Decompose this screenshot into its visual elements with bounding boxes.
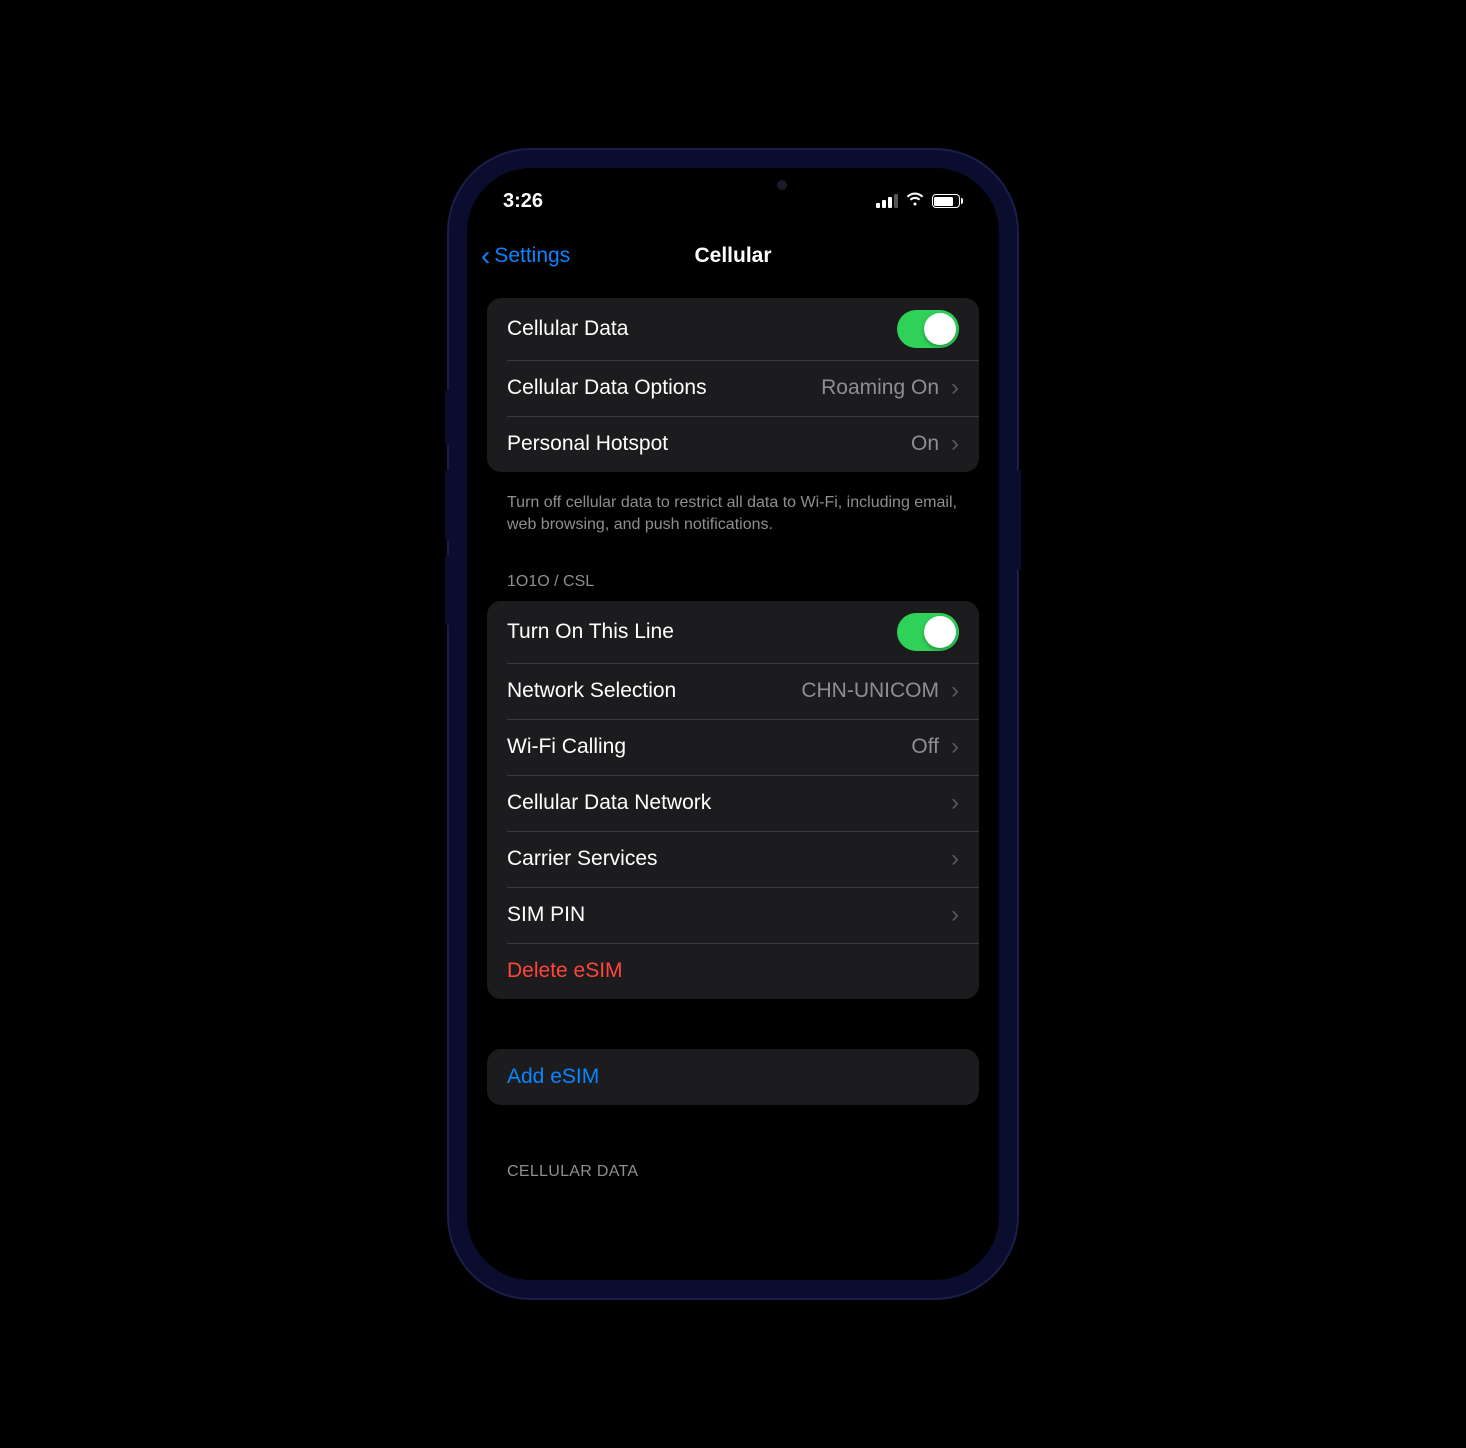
chevron-right-icon: ›: [951, 376, 959, 400]
carrier-services-label: Carrier Services: [507, 847, 658, 871]
sim-pin-row[interactable]: SIM PIN ›: [487, 887, 979, 943]
notch: [633, 168, 833, 202]
cellular-group: Cellular Data Cellular Data Options Roam…: [487, 298, 979, 472]
nav-bar: ‹ Settings Cellular: [467, 228, 999, 284]
chevron-right-icon: ›: [951, 679, 959, 703]
wifi-calling-row[interactable]: Wi-Fi Calling Off ›: [487, 719, 979, 775]
screen: 3:26 ‹ Settings Cellular: [467, 168, 999, 1280]
cellular-data-options-value: Roaming On: [821, 376, 939, 400]
signal-icon: [876, 194, 898, 208]
chevron-right-icon: ›: [951, 847, 959, 871]
turn-on-line-row[interactable]: Turn On This Line: [487, 601, 979, 663]
delete-esim-row[interactable]: Delete eSIM: [487, 943, 979, 999]
network-selection-value: CHN-UNICOM: [801, 679, 939, 703]
cellular-data-options-label: Cellular Data Options: [507, 376, 707, 400]
phone-frame: 3:26 ‹ Settings Cellular: [449, 150, 1017, 1298]
cellular-footer-text: Turn off cellular data to restrict all d…: [487, 482, 979, 565]
network-selection-label: Network Selection: [507, 679, 676, 703]
spacer: [487, 1009, 979, 1049]
cellular-data-label: Cellular Data: [507, 317, 628, 341]
content[interactable]: Cellular Data Cellular Data Options Roam…: [467, 298, 999, 1280]
personal-hotspot-label: Personal Hotspot: [507, 432, 668, 456]
status-icons: [876, 190, 964, 213]
back-label: Settings: [494, 244, 570, 268]
turn-on-line-label: Turn On This Line: [507, 620, 674, 644]
page-title: Cellular: [694, 244, 771, 268]
personal-hotspot-row[interactable]: Personal Hotspot On ›: [487, 416, 979, 472]
chevron-right-icon: ›: [951, 735, 959, 759]
battery-icon: [932, 194, 964, 208]
cellular-data-network-label: Cellular Data Network: [507, 791, 711, 815]
cellular-data-row[interactable]: Cellular Data: [487, 298, 979, 360]
wifi-calling-label: Wi-Fi Calling: [507, 735, 626, 759]
cellular-data-toggle[interactable]: [897, 310, 959, 348]
status-time: 3:26: [503, 190, 543, 213]
turn-on-line-toggle[interactable]: [897, 613, 959, 651]
chevron-right-icon: ›: [951, 791, 959, 815]
chevron-right-icon: ›: [951, 903, 959, 927]
wifi-calling-value: Off: [911, 735, 939, 759]
network-selection-row[interactable]: Network Selection CHN-UNICOM ›: [487, 663, 979, 719]
add-esim-label: Add eSIM: [507, 1065, 599, 1089]
add-esim-row[interactable]: Add eSIM: [487, 1049, 979, 1105]
delete-esim-label: Delete eSIM: [507, 959, 623, 983]
add-esim-group: Add eSIM: [487, 1049, 979, 1105]
chevron-right-icon: ›: [951, 432, 959, 456]
wifi-icon: [905, 190, 925, 213]
sim-pin-label: SIM PIN: [507, 903, 585, 927]
carrier-header: 1O1O / CSL: [487, 565, 979, 601]
back-button[interactable]: ‹ Settings: [481, 242, 570, 270]
carrier-services-row[interactable]: Carrier Services ›: [487, 831, 979, 887]
spacer: [487, 1115, 979, 1155]
chevron-left-icon: ‹: [481, 242, 490, 270]
cellular-data-header: CELLULAR DATA: [487, 1155, 979, 1191]
carrier-group: Turn On This Line Network Selection CHN-…: [487, 601, 979, 999]
cellular-data-options-row[interactable]: Cellular Data Options Roaming On ›: [487, 360, 979, 416]
cellular-data-network-row[interactable]: Cellular Data Network ›: [487, 775, 979, 831]
personal-hotspot-value: On: [911, 432, 939, 456]
